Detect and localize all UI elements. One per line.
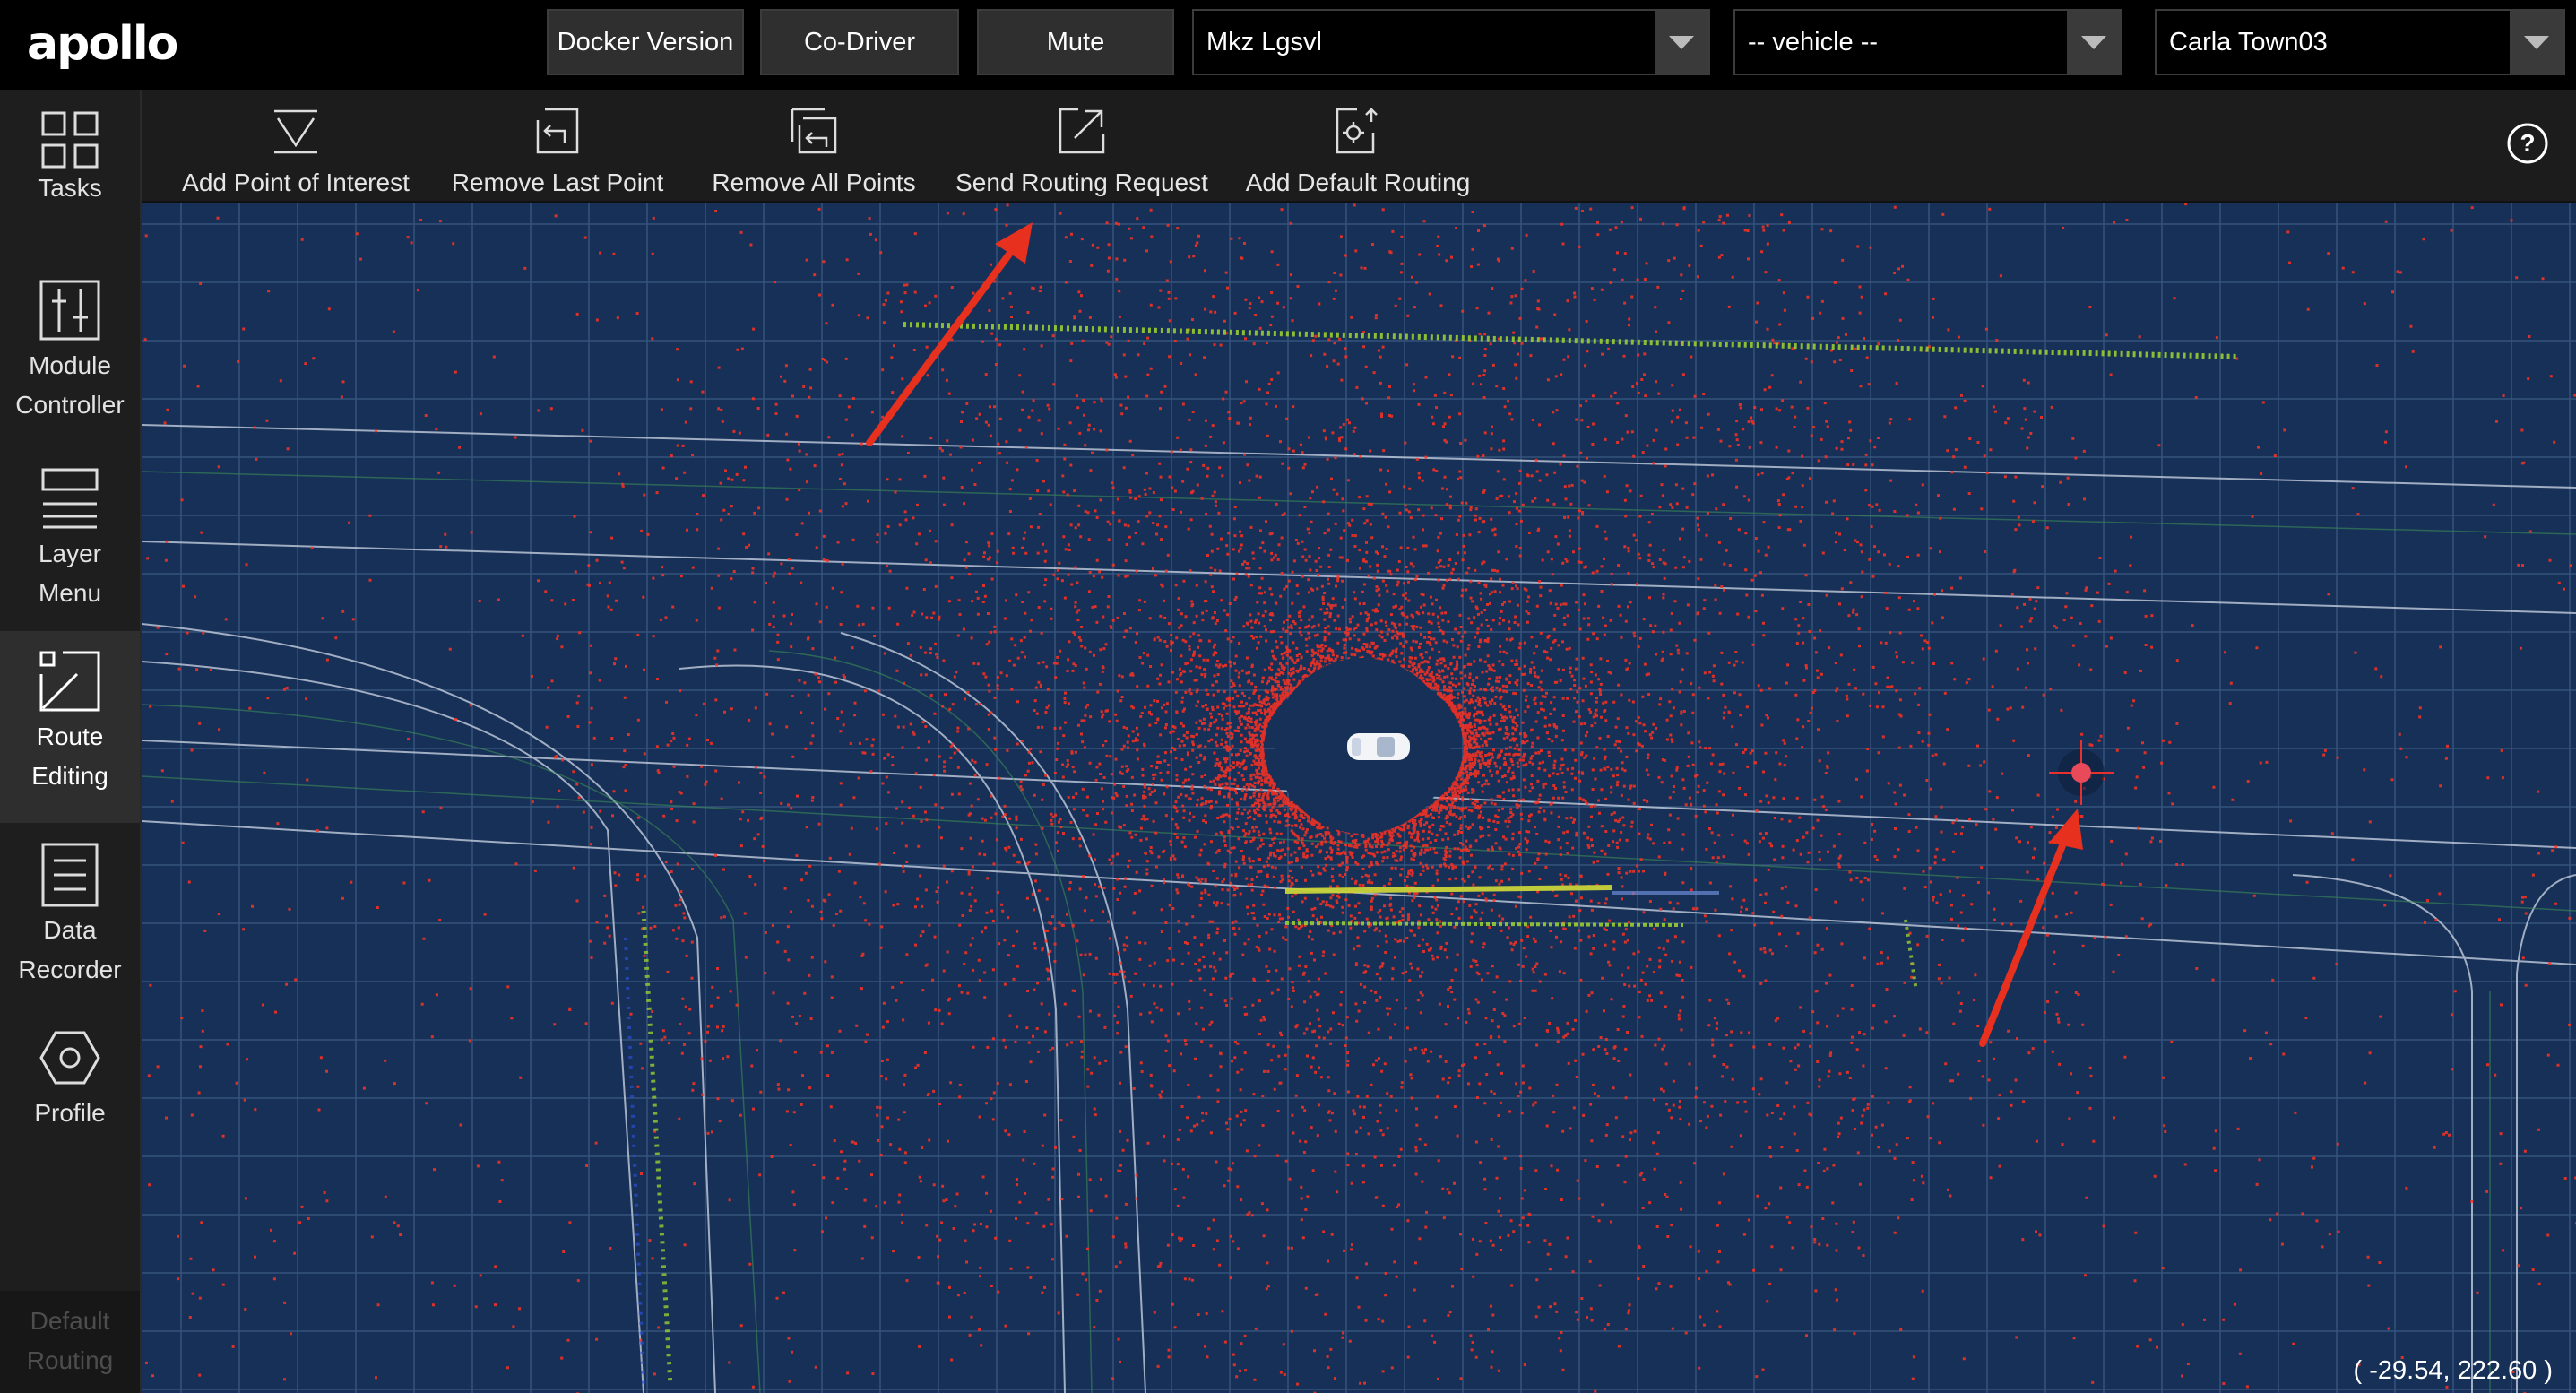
grid-icon [41, 111, 99, 169]
vehicle-value: -- vehicle -- [1748, 28, 1879, 56]
map-canvas[interactable] [142, 203, 2576, 1393]
apollo-logo: apollo [27, 17, 178, 71]
sidebar-item-route-editing[interactable]: Route Editing [0, 631, 140, 823]
layers-icon [41, 468, 99, 529]
sidebar-item-default-routing[interactable]: Default Routing [0, 1291, 140, 1393]
vehicle-select[interactable]: -- vehicle -- [1733, 9, 2122, 75]
top-bar: apollo Docker Version Co-Driver Mute Mkz… [0, 0, 2576, 90]
mute-button[interactable]: Mute [977, 9, 1174, 75]
tool-label: Remove Last Point [451, 169, 664, 196]
sidebar-item-label: Routing [26, 1346, 114, 1374]
sidebar-item-data-recorder[interactable]: Data Recorder [0, 825, 140, 1013]
sidebar-item-module-controller[interactable]: Module Controller [0, 260, 140, 448]
remove-last-point-button[interactable]: Remove Last Point [437, 90, 678, 201]
sidebar-item-layer-menu[interactable]: Layer Menu [0, 448, 140, 636]
map-view[interactable]: ( -29.54, 222.60 ) [142, 203, 2576, 1393]
map-value: Carla Town03 [2169, 28, 2328, 56]
undo-point-icon [536, 108, 579, 154]
vehicle-model-select[interactable]: Mkz Lgsvl [1192, 9, 1710, 75]
add-default-routing-button[interactable]: Add Default Routing [1233, 90, 1482, 201]
lane-lines [142, 424, 2576, 1393]
tool-label: Remove All Points [712, 169, 916, 196]
sidebar-item-label: Controller [15, 391, 125, 419]
sidebar: Tasks Module Controller Layer Menu Route… [0, 90, 142, 1393]
sidebar-item-label: Profile [34, 1099, 106, 1127]
sidebar-item-label: Recorder [18, 956, 122, 983]
send-routing-request-button[interactable]: Send Routing Request [945, 90, 1219, 201]
lane-center-lines [142, 471, 2576, 1393]
clear-points-icon [791, 108, 837, 154]
sidebar-item-profile[interactable]: Profile [0, 1013, 140, 1201]
document-icon [41, 843, 99, 907]
tool-label: Add Point of Interest [182, 169, 410, 196]
funnel-icon [274, 109, 317, 154]
sliders-icon [39, 280, 100, 341]
sidebar-item-label: Module [29, 351, 111, 379]
vehicle-model-value: Mkz Lgsvl [1206, 28, 1322, 56]
annotation-arrow-toolbar [866, 222, 1033, 446]
help-icon[interactable]: ? [2506, 122, 2549, 165]
sidebar-item-label: Data [43, 916, 97, 944]
chevron-down-icon[interactable] [2067, 11, 2121, 74]
sidebar-item-label: Menu [38, 579, 102, 607]
map-select[interactable]: Carla Town03 [2155, 9, 2565, 75]
cursor-coordinates: ( -29.54, 222.60 ) [2353, 1356, 2553, 1385]
route-icon [39, 651, 100, 712]
lidar-wall-right [1904, 919, 1918, 992]
default-route-icon [1336, 108, 1378, 154]
help-glyph: ? [2520, 129, 2535, 157]
docker-version-button[interactable]: Docker Version [547, 9, 744, 75]
sidebar-item-label: Default [30, 1307, 110, 1335]
chevron-down-icon[interactable] [1655, 11, 1708, 74]
hexagon-icon [39, 1031, 100, 1085]
tool-label: Send Routing Request [955, 169, 1208, 196]
sidebar-item-label: Editing [31, 762, 108, 790]
sidebar-item-label: Layer [38, 540, 102, 567]
sidebar-item-label: Route [36, 722, 104, 750]
chevron-down-icon[interactable] [2510, 11, 2563, 74]
add-point-of-interest-button[interactable]: Add Point of Interest [174, 90, 418, 201]
sidebar-item-tasks[interactable]: Tasks [0, 90, 140, 278]
send-icon [1059, 108, 1105, 154]
tool-label: Add Default Routing [1245, 169, 1471, 196]
annotation-arrow-marker [1979, 809, 2083, 1047]
route-editing-toolbar: Add Point of Interest Remove Last Point … [142, 90, 2576, 203]
remove-all-points-button[interactable]: Remove All Points [692, 90, 936, 201]
sidebar-item-label: Tasks [38, 174, 102, 202]
ego-vehicle [1347, 733, 1410, 760]
co-driver-button[interactable]: Co-Driver [760, 9, 959, 75]
